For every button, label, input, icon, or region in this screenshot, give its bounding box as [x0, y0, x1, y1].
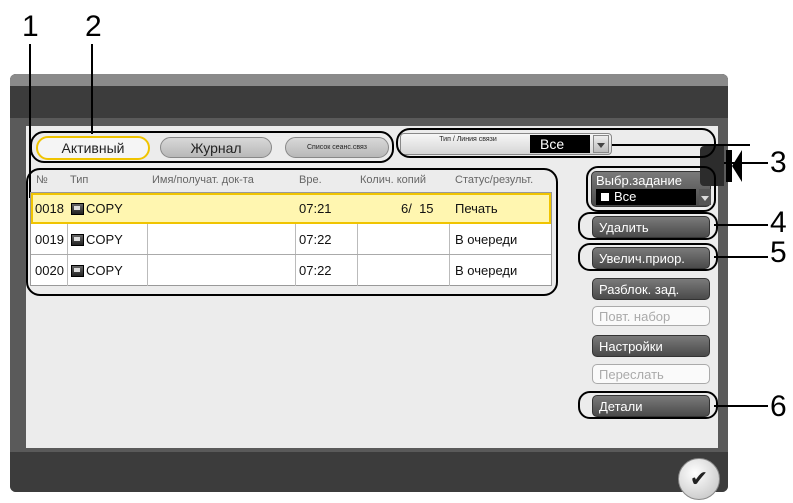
redial-button[interactable]: Повт. набор	[592, 306, 710, 326]
checkmark-icon: ✔	[689, 466, 709, 492]
arrow-left-icon[interactable]	[732, 150, 742, 182]
highlight-outline	[586, 166, 716, 212]
leader-line-6	[714, 405, 768, 407]
settings-button[interactable]: Настройки	[592, 335, 710, 357]
callout-2: 2	[85, 10, 102, 43]
callout-4: 4	[770, 206, 787, 239]
leader-line-5	[714, 256, 768, 258]
highlight-outline	[26, 168, 558, 296]
leader-line-4	[714, 224, 768, 226]
callout-1: 1	[22, 10, 39, 43]
callout-5: 5	[770, 236, 787, 269]
device-top-strip	[10, 74, 728, 86]
release-job-button[interactable]: Разблок. зад.	[592, 278, 710, 300]
device-footer	[10, 452, 728, 492]
ok-button[interactable]: ✔	[678, 458, 720, 500]
highlight-outline	[30, 131, 394, 163]
leader-line-2	[91, 44, 93, 134]
highlight-outline	[578, 391, 718, 419]
callout-3: 3	[770, 146, 787, 179]
callout-6: 6	[770, 390, 787, 423]
forward-button[interactable]: Переслать	[592, 364, 710, 384]
highlight-outline	[578, 243, 718, 271]
highlight-outline	[396, 128, 716, 158]
highlight-outline	[578, 212, 718, 240]
